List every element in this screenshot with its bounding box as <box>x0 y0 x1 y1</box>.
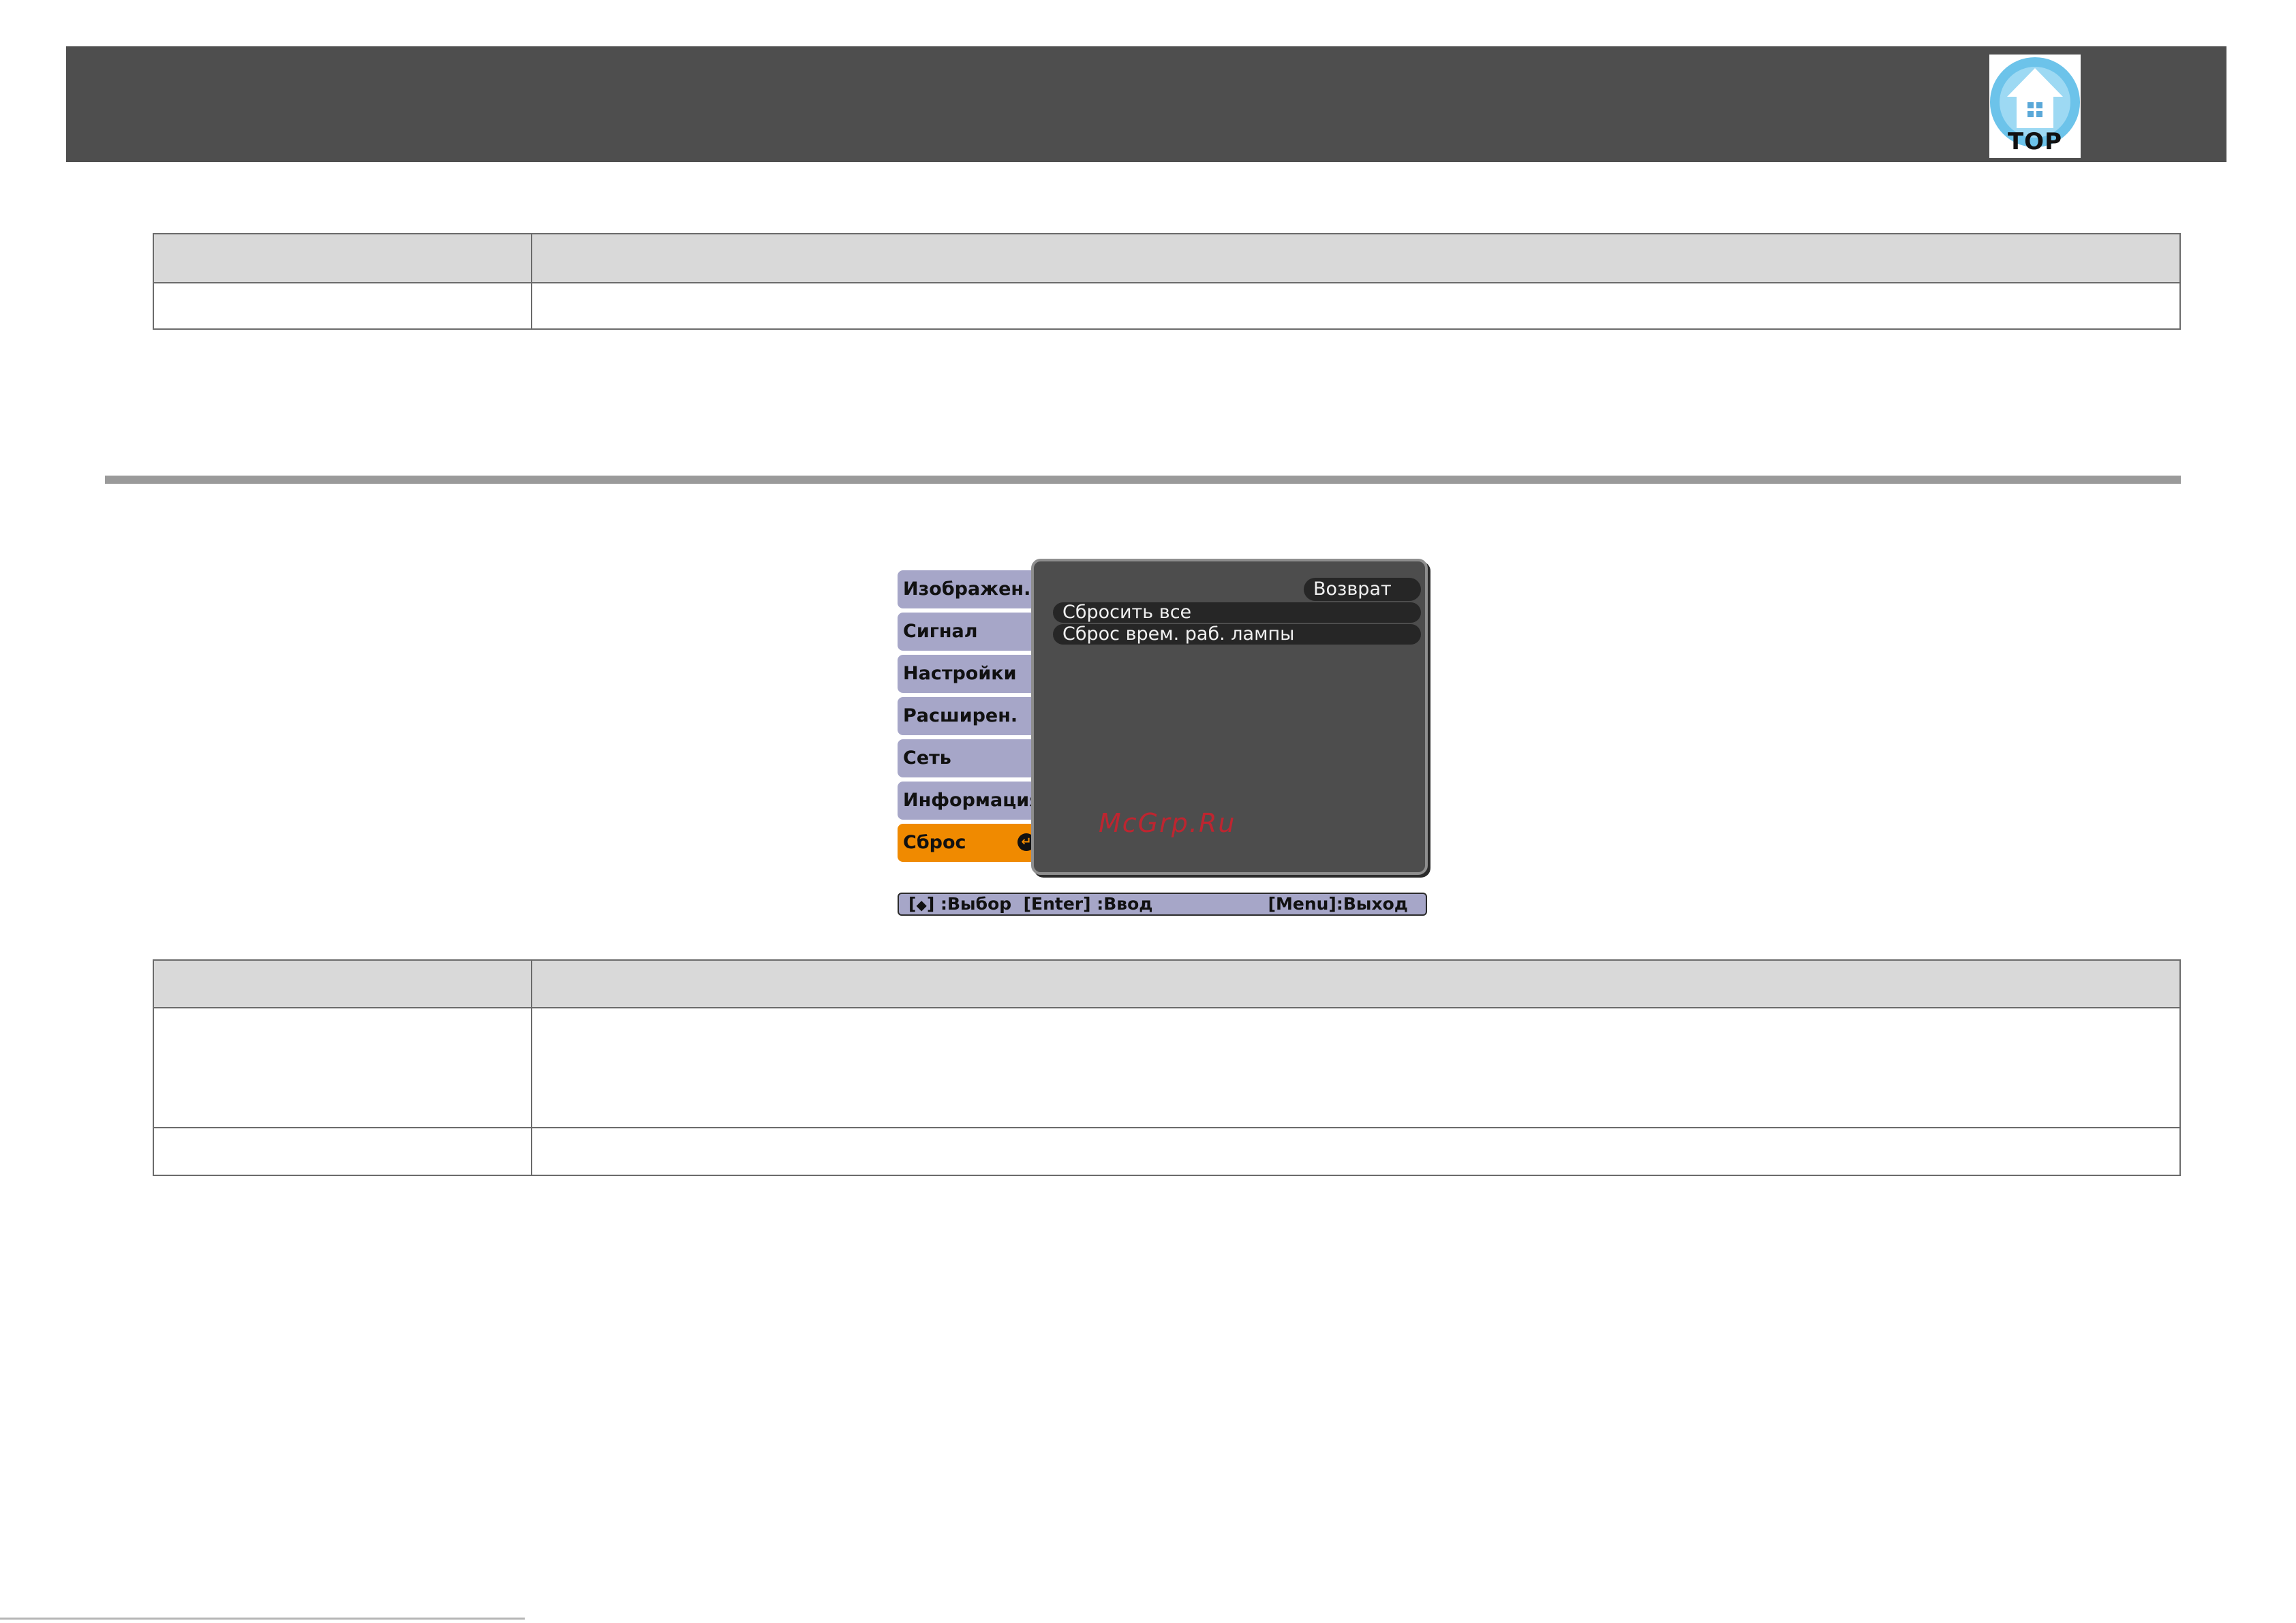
help-enter: [Enter] :Ввод <box>1023 894 1153 914</box>
table-cell <box>531 1127 2181 1176</box>
settings-table-1 <box>153 233 2181 330</box>
osd-help-bar: [◆] :Выбор [Enter] :Ввод [Menu]:Выход <box>898 893 1427 916</box>
up-down-arrows-icon: ◆ <box>916 897 927 913</box>
help-exit: [Menu]:Выход <box>1268 894 1408 914</box>
table-header-row <box>153 233 2181 283</box>
tab-label: Настройки <box>903 663 1017 684</box>
tab-settings[interactable]: Настройки <box>898 655 1041 693</box>
table-header-cell <box>531 959 2181 1008</box>
tab-image[interactable]: Изображен. <box>898 570 1041 608</box>
table-row <box>153 1007 2181 1128</box>
table-row <box>153 1127 2181 1176</box>
table-cell <box>531 1007 2181 1128</box>
settings-table-2 <box>153 959 2181 1176</box>
tab-info[interactable]: Информация <box>898 782 1041 820</box>
top-label: TOP <box>2007 128 2062 155</box>
reset-lamp-hours-item[interactable]: Сброс врем. раб. лампы <box>1053 624 1421 645</box>
table-cell <box>531 282 2181 330</box>
table-cell <box>153 1127 532 1176</box>
table-header-cell <box>153 233 532 283</box>
header-bar <box>66 46 2226 162</box>
top-button[interactable]: TOP <box>1989 55 2081 158</box>
table-row <box>153 282 2181 330</box>
footer-line <box>0 1618 525 1620</box>
tab-label: Изображен. <box>903 578 1031 600</box>
tab-label: Сеть <box>903 747 951 769</box>
table-header-cell <box>153 959 532 1008</box>
section-divider <box>105 476 2181 484</box>
help-left: [◆] :Выбор [Enter] :Ввод <box>908 894 1152 915</box>
tab-signal[interactable]: Сигнал <box>898 613 1041 651</box>
table-header-cell <box>531 233 2181 283</box>
table-cell <box>153 1007 532 1128</box>
tab-extended[interactable]: Расширен. <box>898 697 1041 735</box>
reset-all-item[interactable]: Сбросить все <box>1053 602 1421 623</box>
tab-label: Информация <box>903 790 1041 811</box>
tab-reset[interactable]: Сброс ↵ <box>898 824 1042 862</box>
help-select-prefix: [ <box>908 894 917 914</box>
tab-label: Сигнал <box>903 621 978 642</box>
watermark: McGrp.Ru <box>1099 808 1236 838</box>
return-button[interactable]: Возврат <box>1304 578 1421 601</box>
table-header-row <box>153 959 2181 1008</box>
tab-label: Сброс <box>903 832 966 853</box>
table-cell <box>153 282 532 330</box>
tab-network[interactable]: Сеть <box>898 739 1041 777</box>
help-select-suffix: ] :Выбор <box>926 894 1012 914</box>
tab-label: Расширен. <box>903 705 1018 726</box>
